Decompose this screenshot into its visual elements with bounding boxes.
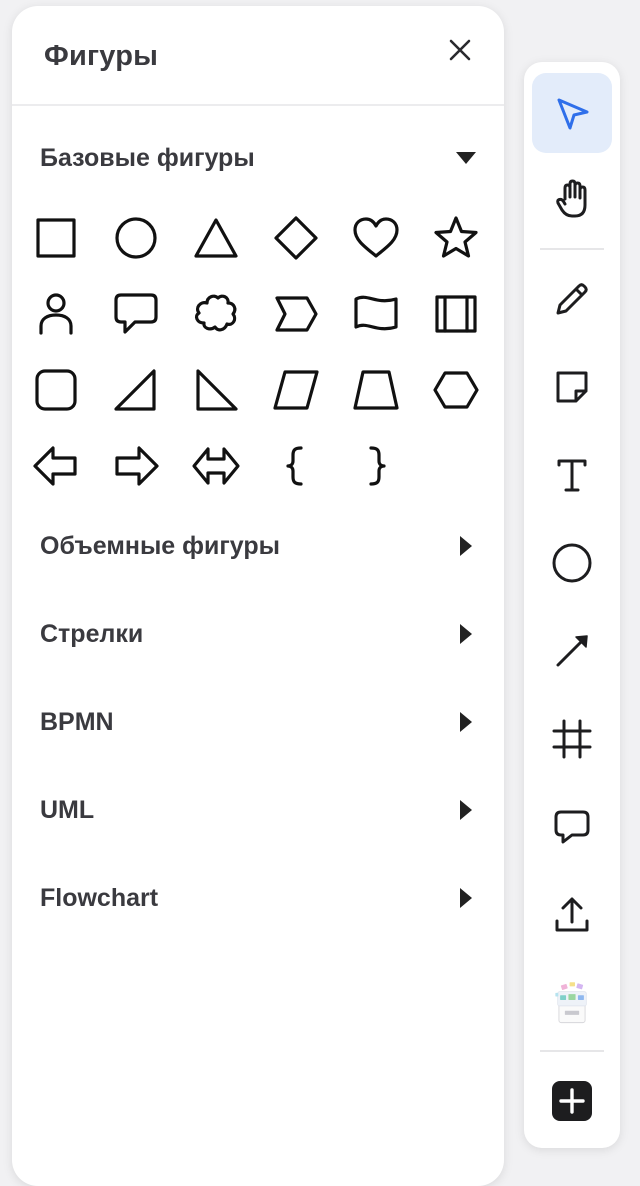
arrow-icon xyxy=(556,635,588,667)
right-triangle-icon xyxy=(114,369,156,411)
shape-chevron[interactable] xyxy=(256,276,336,352)
shape-left-right-triangle[interactable] xyxy=(176,352,256,428)
shape-star[interactable] xyxy=(416,200,496,276)
circle-icon xyxy=(552,543,592,583)
triangle-icon xyxy=(194,218,238,258)
arrow-left-icon xyxy=(33,446,77,486)
section-label: BPMN xyxy=(40,707,114,736)
circle-icon xyxy=(115,217,157,259)
shapes-panel: Фигуры Базовые фигуры Объемные фигуры Ст… xyxy=(12,6,504,1186)
comment-icon xyxy=(554,810,590,844)
caret-right-icon xyxy=(456,536,476,556)
caret-right-icon xyxy=(456,624,476,644)
shape-arrow-left[interactable] xyxy=(16,428,96,504)
shape-hexagon[interactable] xyxy=(416,352,496,428)
arrow-right-icon xyxy=(115,446,159,486)
caret-right-icon xyxy=(456,712,476,732)
rounded-square-icon xyxy=(35,369,77,411)
tool-add[interactable] xyxy=(532,1061,612,1141)
caret-right-icon xyxy=(456,888,476,908)
brace-right-icon xyxy=(369,446,386,486)
tool-select[interactable] xyxy=(532,73,612,153)
shape-speech-bubble[interactable] xyxy=(96,276,176,352)
brace-left-icon xyxy=(286,446,303,486)
shape-triangle[interactable] xyxy=(176,200,256,276)
shape-person[interactable] xyxy=(16,276,96,352)
templates-icon xyxy=(555,982,587,1024)
tool-text[interactable] xyxy=(532,435,612,515)
tool-shapes[interactable] xyxy=(532,523,612,603)
section-label: Стрелки xyxy=(40,619,144,648)
text-icon xyxy=(557,459,587,492)
close-icon xyxy=(449,39,471,61)
pencil-icon xyxy=(556,283,588,315)
basic-shapes-grid xyxy=(16,200,496,504)
toolbar-divider xyxy=(540,1050,604,1052)
tool-templates[interactable] xyxy=(532,963,612,1043)
square-icon xyxy=(36,218,76,258)
tool-upload[interactable] xyxy=(532,875,612,955)
upload-icon xyxy=(555,897,589,932)
section-label: Объемные фигуры xyxy=(40,531,281,560)
shape-square[interactable] xyxy=(16,200,96,276)
trapezoid-icon xyxy=(353,370,399,410)
shape-arrow-double[interactable] xyxy=(176,428,256,504)
tool-sticky-note[interactable] xyxy=(532,347,612,427)
section-bpmn[interactable]: BPMN xyxy=(40,700,476,744)
cloud-icon xyxy=(194,294,237,332)
shape-trapezoid[interactable] xyxy=(336,352,416,428)
chevron-icon xyxy=(275,296,318,332)
shape-heart[interactable] xyxy=(336,200,416,276)
shape-cloud[interactable] xyxy=(176,276,256,352)
frame-icon xyxy=(552,719,592,759)
hexagon-icon xyxy=(433,371,479,409)
speech-bubble-icon xyxy=(114,293,158,334)
person-icon xyxy=(39,293,73,335)
close-button[interactable] xyxy=(442,32,478,68)
shape-right-triangle[interactable] xyxy=(96,352,176,428)
tool-pencil[interactable] xyxy=(532,259,612,339)
shape-circle[interactable] xyxy=(96,200,176,276)
shape-brace-right[interactable] xyxy=(336,428,416,504)
section-basic-shapes[interactable]: Базовые фигуры xyxy=(40,136,476,180)
process-icon xyxy=(435,295,477,333)
section-3d-shapes[interactable]: Объемные фигуры xyxy=(40,524,476,568)
shape-parallelogram[interactable] xyxy=(256,352,336,428)
tool-comment[interactable] xyxy=(532,787,612,867)
shape-diamond[interactable] xyxy=(256,200,336,276)
shape-process[interactable] xyxy=(416,276,496,352)
section-arrows[interactable]: Стрелки xyxy=(40,612,476,656)
parallelogram-icon xyxy=(273,370,319,410)
tool-hand[interactable] xyxy=(532,159,612,239)
plus-icon xyxy=(552,1081,592,1121)
panel-divider xyxy=(12,104,504,106)
arrow-double-icon xyxy=(192,447,240,485)
caret-right-icon xyxy=(456,800,476,820)
shape-brace-left[interactable] xyxy=(256,428,336,504)
tool-arrow[interactable] xyxy=(532,611,612,691)
hand-icon xyxy=(556,179,587,218)
tools-toolbar xyxy=(524,62,620,1148)
section-flowchart[interactable]: Flowchart xyxy=(40,876,476,920)
tool-frame[interactable] xyxy=(532,699,612,779)
shape-rounded-square[interactable] xyxy=(16,352,96,428)
left-right-triangle-icon xyxy=(196,369,238,411)
flag-wave-icon xyxy=(354,295,398,331)
star-icon xyxy=(434,216,478,258)
heart-icon xyxy=(353,217,399,258)
shape-flag-wave[interactable] xyxy=(336,276,416,352)
shape-arrow-right[interactable] xyxy=(96,428,176,504)
toolbar-divider xyxy=(540,248,604,250)
sticky-note-icon xyxy=(556,371,588,403)
section-label: UML xyxy=(40,795,95,824)
panel-title: Фигуры xyxy=(44,40,159,72)
section-label: Базовые фигуры xyxy=(40,143,255,172)
diamond-icon xyxy=(274,216,318,260)
cursor-icon xyxy=(557,98,589,130)
section-label: Flowchart xyxy=(40,883,159,912)
caret-down-icon xyxy=(456,148,476,168)
section-uml[interactable]: UML xyxy=(40,788,476,832)
